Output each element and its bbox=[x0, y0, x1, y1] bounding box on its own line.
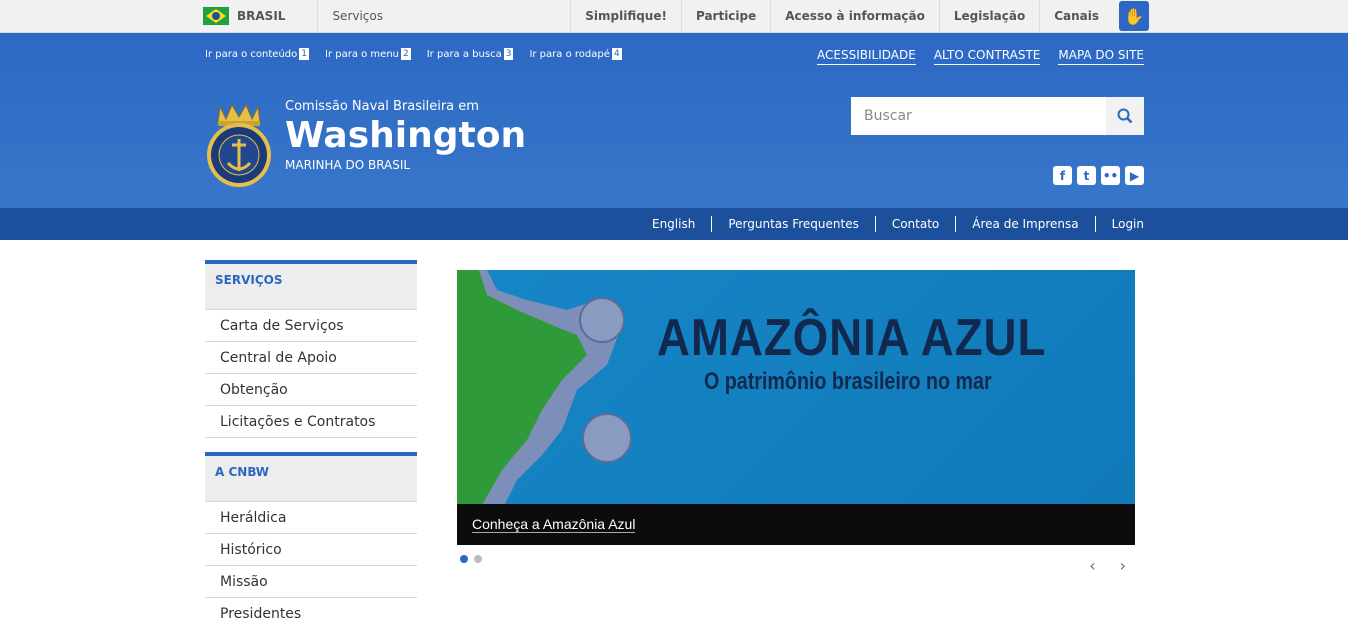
social-icons: f t •• ▶ bbox=[1053, 166, 1144, 185]
accesskey-footer[interactable]: Ir para o rodapé 4 bbox=[529, 48, 622, 60]
twitter-icon[interactable]: t bbox=[1077, 166, 1096, 185]
english-link[interactable]: English bbox=[636, 216, 711, 232]
gov-link-legislacao[interactable]: Legislação bbox=[938, 0, 1039, 32]
gov-bar: BRASIL Serviços Simplifique! Participe A… bbox=[0, 0, 1348, 33]
gov-link-simplifique[interactable]: Simplifique! bbox=[570, 0, 681, 32]
brasil-link[interactable]: BRASIL bbox=[203, 0, 319, 32]
brazil-flag-icon bbox=[203, 7, 229, 25]
login-link[interactable]: Login bbox=[1094, 216, 1144, 232]
carousel-caption-bar: Conheça a Amazônia Azul bbox=[457, 504, 1135, 545]
carousel-dot-2[interactable] bbox=[474, 555, 482, 563]
mapa-do-site-link[interactable]: MAPA DO SITE bbox=[1058, 48, 1144, 65]
sidebar-item-carta-servicos[interactable]: Carta de Serviços bbox=[205, 310, 417, 342]
youtube-icon[interactable]: ▶ bbox=[1125, 166, 1144, 185]
carousel-caption-link[interactable]: Conheça a Amazônia Azul bbox=[472, 516, 636, 533]
brasil-label: BRASIL bbox=[237, 9, 286, 23]
carousel-dots bbox=[460, 555, 482, 563]
imprensa-link[interactable]: Área de Imprensa bbox=[955, 216, 1094, 232]
search-button[interactable] bbox=[1106, 97, 1144, 135]
banner-title: AMAZÔNIA AZUL bbox=[657, 309, 1047, 367]
navy-emblem-logo[interactable] bbox=[206, 101, 272, 187]
banner-subtitle: O patrimônio brasileiro no mar bbox=[704, 368, 992, 395]
alto-contraste-link[interactable]: ALTO CONTRASTE bbox=[933, 48, 1041, 65]
faq-link[interactable]: Perguntas Frequentes bbox=[711, 216, 875, 232]
sidebar-menu: SERVIÇOS Carta de Serviços Central de Ap… bbox=[205, 260, 417, 630]
site-title[interactable]: Washington bbox=[285, 114, 526, 158]
servicos-link[interactable]: Serviços bbox=[318, 9, 383, 23]
search-input[interactable] bbox=[851, 97, 1106, 135]
contato-link[interactable]: Contato bbox=[874, 216, 955, 232]
accesskey-search[interactable]: Ir para a busca 3 bbox=[427, 48, 514, 60]
sidebar-item-historico[interactable]: Histórico bbox=[205, 534, 417, 566]
site-titles: Comissão Naval Brasileira em Washington … bbox=[285, 99, 526, 172]
accesskey-menu[interactable]: Ir para o menu 2 bbox=[325, 48, 411, 60]
chevron-right-icon[interactable]: › bbox=[1120, 556, 1126, 575]
service-bar: English Perguntas Frequentes Contato Áre… bbox=[0, 208, 1348, 240]
sidebar-item-presidentes[interactable]: Presidentes bbox=[205, 598, 417, 630]
libras-hand-icon[interactable]: ✋ bbox=[1119, 1, 1149, 31]
acessibilidade-link[interactable]: ACESSIBILIDADE bbox=[817, 48, 916, 65]
carousel-dot-1[interactable] bbox=[460, 555, 468, 563]
search-form bbox=[851, 97, 1144, 135]
facebook-icon[interactable]: f bbox=[1053, 166, 1072, 185]
gov-link-canais[interactable]: Canais bbox=[1039, 0, 1113, 32]
search-icon bbox=[1117, 108, 1133, 124]
carousel-arrows: ‹ › bbox=[1089, 556, 1126, 575]
gov-link-participe[interactable]: Participe bbox=[680, 0, 770, 32]
site-pre-title: Comissão Naval Brasileira em bbox=[285, 99, 479, 114]
sidebar-item-central-apoio[interactable]: Central de Apoio bbox=[205, 342, 417, 374]
gov-link-acesso[interactable]: Acesso à informação bbox=[770, 0, 939, 32]
accesskey-content[interactable]: Ir para o conteúdo 1 bbox=[205, 48, 309, 60]
accesskeys: Ir para o conteúdo 1 Ir para o menu 2 Ir p… bbox=[205, 48, 622, 60]
flickr-icon[interactable]: •• bbox=[1101, 166, 1120, 185]
sidebar-item-licitacoes[interactable]: Licitações e Contratos bbox=[205, 406, 417, 438]
menu-section-servicos: SERVIÇOS bbox=[205, 260, 417, 310]
carousel[interactable]: AMAZÔNIA AZUL O patrimônio brasileiro no… bbox=[457, 270, 1135, 545]
site-subtitle: MARINHA DO BRASIL bbox=[285, 158, 411, 172]
sidebar-item-heraldica[interactable]: Heráldica bbox=[205, 502, 417, 534]
sidebar-item-obtencao[interactable]: Obtenção bbox=[205, 374, 417, 406]
site-header: Ir para o conteúdo 1 Ir para o menu 2 Ir p… bbox=[0, 33, 1348, 208]
sidebar-item-missao[interactable]: Missão bbox=[205, 566, 417, 598]
chevron-left-icon[interactable]: ‹ bbox=[1089, 556, 1095, 575]
top-links: ACESSIBILIDADE ALTO CONTRASTE MAPA DO SI… bbox=[817, 48, 1144, 65]
menu-section-cnbw: A CNBW bbox=[205, 452, 417, 502]
